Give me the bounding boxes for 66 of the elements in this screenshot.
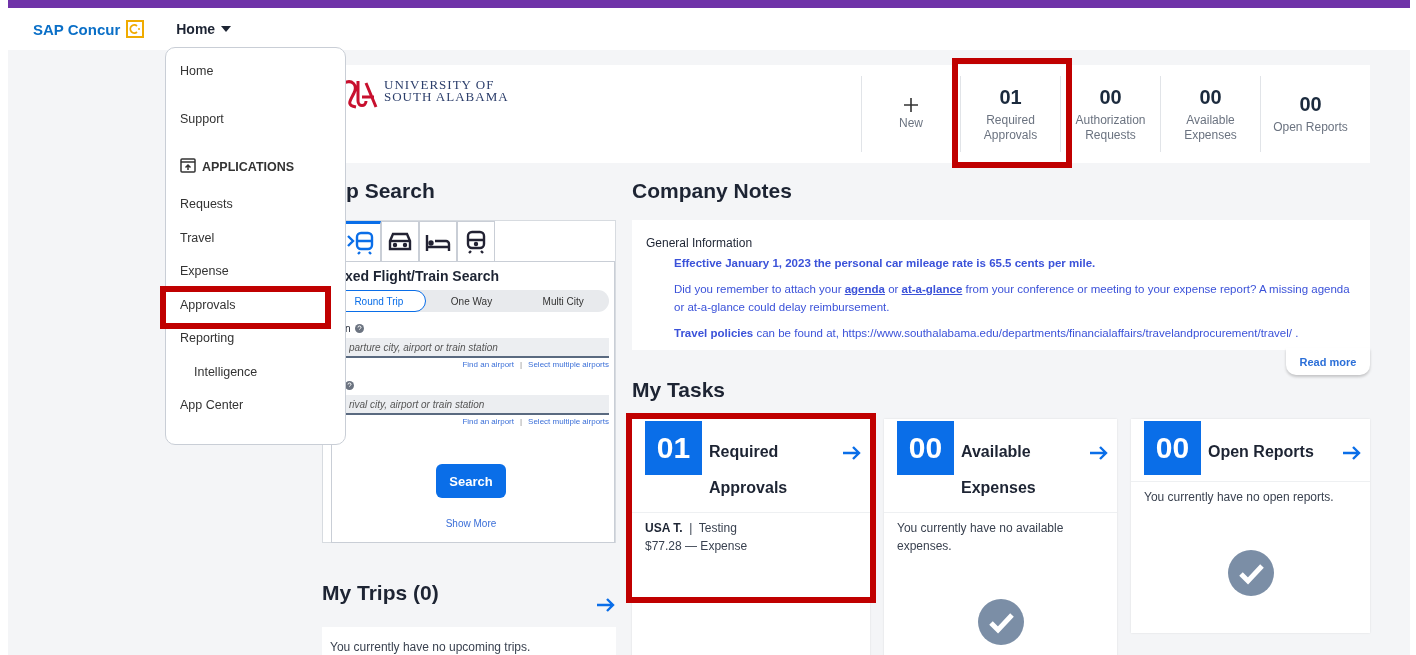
- read-more-button[interactable]: Read more: [1286, 348, 1370, 375]
- note-link[interactable]: agenda: [844, 283, 885, 295]
- section-title: My Trips (0): [322, 581, 439, 604]
- menu-item[interactable]: Support: [180, 110, 224, 128]
- checkmark-icon: [977, 599, 1024, 645]
- caret-icon: [221, 26, 232, 32]
- airport-link[interactable]: Select multiple airports: [528, 360, 609, 369]
- arrow-icon[interactable]: [596, 597, 616, 613]
- stat-count[interactable]: 00: [1299, 93, 1322, 116]
- section-title: Company Notes: [632, 179, 792, 202]
- stat-label[interactable]: Open Reports: [1265, 120, 1356, 135]
- airport-link[interactable]: Find an airport: [462, 360, 514, 369]
- show-more-link[interactable]: Show More: [445, 518, 497, 529]
- task-title[interactable]: Available Expenses: [961, 434, 1089, 506]
- menu-item[interactable]: Reporting: [180, 329, 235, 347]
- stat-label[interactable]: Available Expenses: [1165, 112, 1256, 143]
- menu-item[interactable]: App Center: [180, 396, 244, 414]
- stat-label[interactable]: Authorization Requests: [1065, 112, 1156, 143]
- applications-icon: [180, 158, 196, 173]
- menu-item[interactable]: Expense: [180, 262, 229, 280]
- note-link[interactable]: at-a-glance: [901, 283, 963, 295]
- task-title[interactable]: Required Approvals: [709, 434, 842, 506]
- menu-item[interactable]: Requests: [180, 195, 233, 213]
- university-name: UNIVERSITY OF SOUTH ALABAMA: [384, 79, 509, 103]
- field-label: n: [345, 322, 351, 334]
- trip-type-option[interactable]: One Way: [425, 290, 518, 312]
- link-separator: |: [520, 417, 523, 426]
- notes-heading: General Information: [646, 236, 754, 250]
- task-entry[interactable]: USA T. | Testing $77.28 — Expense: [645, 519, 857, 555]
- home-menu-button[interactable]: Home: [176, 21, 232, 37]
- note-paragraph: Travel policies can be found at, https://www.southalabama.edu/departments/financialaffairs/travelandprocurement/travel/ .: [674, 326, 1300, 341]
- menu-item[interactable]: Home: [180, 62, 214, 80]
- stat-count[interactable]: 00: [1099, 85, 1122, 109]
- flight-train-icon: [346, 229, 374, 256]
- plus-icon: [904, 97, 918, 112]
- menu-item[interactable]: Travel: [180, 228, 215, 247]
- arrow-icon[interactable]: [1089, 445, 1109, 461]
- arrow-icon[interactable]: [1342, 445, 1362, 461]
- menu-item[interactable]: Intelligence: [194, 362, 258, 381]
- logo-text[interactable]: SAP Concur: [33, 20, 121, 38]
- section-title: My Tasks: [632, 378, 725, 401]
- stat-label[interactable]: Required Approvals: [965, 112, 1056, 143]
- search-button[interactable]: Search: [436, 464, 506, 498]
- help-icon[interactable]: [345, 380, 354, 390]
- arrow-icon[interactable]: [842, 445, 862, 461]
- task-count: 00: [897, 421, 954, 475]
- section-title: p Search: [346, 179, 435, 202]
- airport-link[interactable]: Select multiple airports: [528, 417, 609, 426]
- empty-message: You currently have no available expenses.: [897, 520, 1065, 555]
- stat-count[interactable]: 00: [1199, 85, 1222, 109]
- note-paragraph: Effective January 1, 2023 the personal car mileage rate is 65.5 cents per mile.: [674, 256, 1097, 271]
- link-separator: |: [520, 360, 523, 369]
- note-paragraph: Did you remember to attach your agenda or at-a-glance from your conference or meeting to your expense report? A missing agenda or at-a-glance could delay reimbursement.: [674, 282, 1351, 315]
- help-icon[interactable]: [354, 323, 364, 333]
- airport-link[interactable]: Find an airport: [462, 417, 514, 426]
- task-title[interactable]: Open Reports: [1208, 434, 1342, 470]
- empty-message: You currently have no open reports.: [1144, 489, 1335, 506]
- empty-message: You currently have no upcoming trips.: [330, 640, 531, 654]
- menu-section-title: APPLICATIONS: [202, 159, 295, 176]
- trip-type-option[interactable]: Multi City: [517, 290, 609, 312]
- form-title: xed Flight/Train Search: [345, 268, 501, 284]
- task-count: 00: [1144, 421, 1201, 475]
- stat-count[interactable]: 01: [999, 85, 1022, 109]
- task-count: 01: [645, 421, 702, 475]
- checkmark-icon: [1227, 550, 1274, 596]
- menu-item[interactable]: Approvals: [180, 295, 236, 314]
